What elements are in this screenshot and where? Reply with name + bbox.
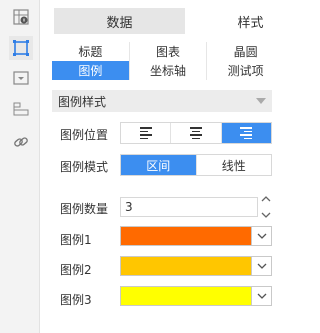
main-tabs: 数据 样式: [54, 8, 316, 34]
legend-3-swatch[interactable]: [120, 286, 252, 306]
legend-position-selector: [120, 122, 272, 144]
right-align-icon: [240, 127, 253, 139]
stepper-up-icon[interactable]: [261, 195, 271, 203]
chevron-down-icon: [257, 233, 266, 239]
collapse-caret-icon: [256, 98, 266, 104]
subtab-test-item[interactable]: 测试项: [207, 61, 284, 80]
legend-settings-panel: 数据 样式 标题 图表 晶圆 图例 坐标轴 测试项 图例样式 图例位置 图例模式…: [0, 0, 316, 333]
layout-list-icon[interactable]: [9, 97, 33, 121]
legend-3-color-picker[interactable]: [120, 286, 272, 306]
legend-2-swatch[interactable]: [120, 256, 252, 276]
tab-data[interactable]: 数据: [54, 8, 185, 34]
legend-count-label: 图例数量: [60, 202, 109, 216]
legend-mode-selector: 区间 线性: [120, 154, 272, 176]
dropdown-widget-icon[interactable]: [9, 66, 33, 90]
align-center-button[interactable]: [171, 123, 222, 143]
legend-position-label: 图例位置: [60, 128, 109, 142]
style-subtabs: 标题 图表 晶圆 图例 坐标轴 测试项: [52, 42, 284, 80]
left-align-icon: [139, 127, 152, 139]
legend-mode-label: 图例模式: [60, 160, 109, 174]
subtab-wafer[interactable]: 晶圆: [207, 42, 284, 61]
align-left-button[interactable]: [121, 123, 172, 143]
legend-1-swatch[interactable]: [120, 226, 252, 246]
subtab-axis[interactable]: 坐标轴: [130, 61, 208, 80]
tab-style[interactable]: 样式: [185, 8, 316, 34]
chevron-down-icon: [257, 293, 266, 299]
left-toolbar: [0, 0, 40, 333]
legend-2-label: 图例2: [60, 263, 92, 277]
subtab-legend[interactable]: 图例: [52, 61, 130, 80]
legend-1-color-picker[interactable]: [120, 226, 272, 246]
settings-content: 数据 样式 标题 图表 晶圆 图例 坐标轴 测试项 图例样式 图例位置 图例模式…: [40, 0, 316, 333]
legend-3-label: 图例3: [60, 293, 92, 307]
grid-info-icon[interactable]: [9, 5, 33, 29]
link-icon[interactable]: [9, 130, 33, 154]
legend-count-stepper: [260, 195, 272, 219]
chart-frame-icon[interactable]: [9, 36, 33, 60]
align-right-button[interactable]: [221, 123, 271, 143]
legend-2-color-picker[interactable]: [120, 256, 272, 276]
stepper-down-icon[interactable]: [261, 211, 271, 219]
legend-count-input[interactable]: 3: [120, 197, 258, 217]
legend-3-dropdown[interactable]: [252, 286, 272, 306]
legend-1-label: 图例1: [60, 233, 92, 247]
mode-linear-button[interactable]: 线性: [197, 155, 272, 175]
mode-interval-button[interactable]: 区间: [121, 155, 197, 175]
legend-1-dropdown[interactable]: [252, 226, 272, 246]
legend-style-section[interactable]: 图例样式: [52, 90, 272, 112]
subtab-chart[interactable]: 图表: [130, 42, 208, 61]
legend-count-value: 3: [125, 200, 133, 214]
section-title: 图例样式: [58, 94, 107, 109]
center-align-icon: [189, 127, 202, 139]
legend-2-dropdown[interactable]: [252, 256, 272, 276]
subtab-title[interactable]: 标题: [52, 42, 130, 61]
chevron-down-icon: [257, 263, 266, 269]
